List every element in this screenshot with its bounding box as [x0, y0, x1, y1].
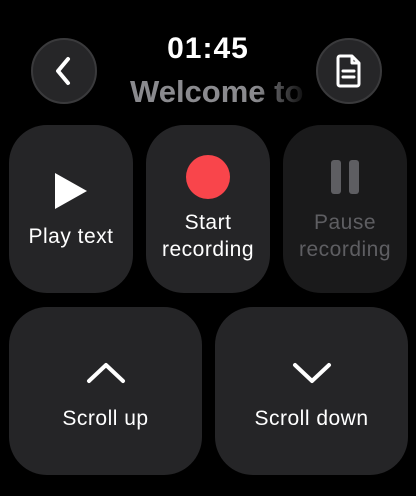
- pause-recording-label: Pause recording: [298, 211, 392, 261]
- play-icon: [55, 172, 87, 209]
- document-button[interactable]: [316, 38, 382, 104]
- scroll-up-button[interactable]: Scroll up: [9, 307, 202, 475]
- pause-recording-button[interactable]: Pause recording: [283, 125, 407, 293]
- document-icon: [336, 54, 361, 88]
- chevron-down-icon: [292, 362, 331, 383]
- play-text-button[interactable]: Play text: [9, 125, 133, 293]
- scroll-down-button[interactable]: Scroll down: [215, 307, 408, 475]
- record-icon: [186, 155, 230, 199]
- scroll-up-label: Scroll up: [62, 406, 149, 430]
- start-recording-button[interactable]: Start recording: [146, 125, 270, 293]
- play-icon-wrap: [53, 169, 89, 213]
- start-recording-label: Start recording: [161, 211, 255, 261]
- pause-icon: [331, 160, 359, 194]
- scroll-down-label: Scroll down: [254, 406, 369, 430]
- chevron-up-icon: [86, 362, 125, 383]
- pause-icon-wrap: [331, 155, 359, 199]
- play-text-label: Play text: [28, 224, 114, 248]
- page-title: Welcome to: [130, 74, 304, 109]
- record-icon-wrap: [186, 155, 230, 199]
- chevron-down-icon-wrap: [292, 351, 332, 395]
- chevron-up-icon-wrap: [86, 351, 126, 395]
